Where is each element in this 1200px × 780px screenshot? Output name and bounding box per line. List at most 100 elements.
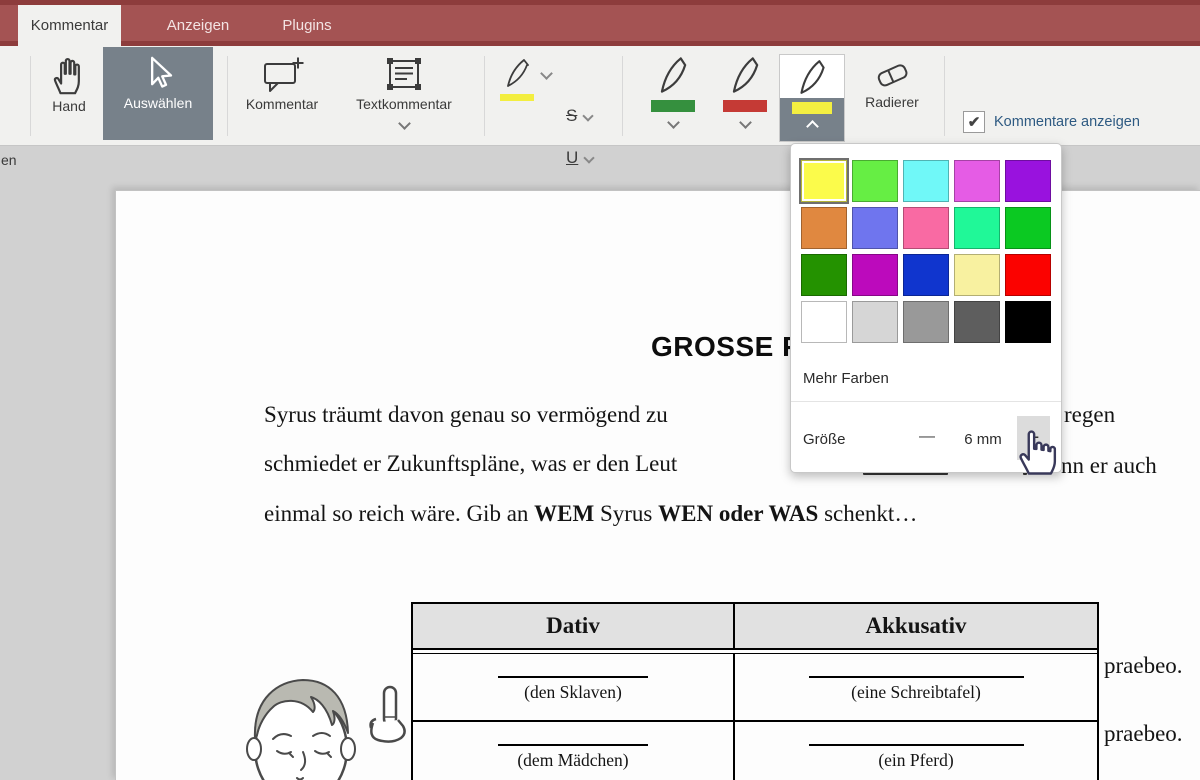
pen-green-chevron-icon[interactable] (667, 116, 680, 129)
color-swatch[interactable] (801, 207, 847, 249)
toolbar-divider (944, 56, 945, 136)
pen-yellow-color-bar (792, 102, 832, 114)
pen-yellow-icon (794, 57, 830, 97)
pen-yellow-active-area (780, 98, 844, 141)
document-text-line1-fragment: regen (1064, 402, 1115, 428)
select-tool-button[interactable]: Auswählen (103, 47, 213, 140)
color-swatch[interactable] (1005, 160, 1051, 202)
checkmark-icon: ✔ (968, 113, 981, 131)
table-header-akkusativ: Akkusativ (735, 604, 1097, 648)
fill-in-blank-line (498, 676, 648, 678)
size-label: Größe (803, 431, 846, 448)
pen-red-color-bar (723, 100, 767, 112)
color-swatch[interactable] (903, 207, 949, 249)
pen-green-color-bar (651, 100, 695, 112)
show-comments-checkbox[interactable]: ✔ (963, 111, 985, 133)
comment-tool-button[interactable]: Kommentar (236, 50, 328, 144)
tab-kommentar[interactable]: Kommentar (18, 5, 121, 46)
select-tool-label: Auswählen (124, 95, 193, 111)
eraser-tool-button[interactable]: Radierer (855, 50, 929, 144)
table-caption: (dem Mädchen) (413, 750, 733, 771)
color-swatch[interactable] (801, 254, 847, 296)
color-swatch[interactable] (852, 301, 898, 343)
line3-bold-wem: WEM (534, 501, 594, 526)
color-swatch[interactable] (903, 254, 949, 296)
document-text-line2-fragment: nn er auch (1061, 453, 1157, 479)
highlighter-pen-icon (502, 56, 534, 90)
size-decrease-button[interactable]: — (919, 428, 935, 446)
highlighter-dropdown-chevron-icon[interactable] (540, 67, 553, 80)
strikethrough-chevron-icon[interactable] (583, 110, 594, 121)
toolbar-divider (484, 56, 485, 136)
pen-red-button[interactable] (712, 50, 778, 144)
tab-anzeigen[interactable]: Anzeigen (148, 5, 248, 46)
hand-tool-button[interactable]: Hand (38, 50, 100, 144)
table-caption: (den Sklaven) (413, 682, 733, 703)
verb-word: praebeo. (1104, 653, 1183, 679)
color-swatch[interactable] (852, 160, 898, 202)
more-colors-link[interactable]: Mehr Farben (803, 370, 889, 387)
line3-normal-text: Syrus (594, 501, 658, 526)
fill-in-blank-line (498, 744, 648, 746)
text-comment-dropdown-chevron-icon[interactable] (398, 117, 411, 130)
color-swatch[interactable] (954, 301, 1000, 343)
color-swatch[interactable] (801, 301, 847, 343)
color-grid (801, 160, 1051, 343)
comment-bubble-plus-icon (259, 56, 305, 94)
ribbon-tab-bar: Kommentar Anzeigen Plugins (0, 0, 1200, 46)
table-header-row: Dativ Akkusativ (413, 604, 1097, 648)
table-caption: (ein Pferd) (735, 750, 1097, 771)
pen-green-button[interactable] (640, 50, 706, 144)
tab-plugins[interactable]: Plugins (262, 5, 352, 46)
clipped-tool-label[interactable]: en (1, 152, 17, 168)
color-swatch[interactable] (954, 207, 1000, 249)
document-text-line2: schmiedet er Zukunftspläne, was er den L… (264, 451, 677, 477)
table-row: (den Sklaven) (eine Schreibtafel) (413, 654, 1097, 720)
show-comments-label[interactable]: Kommentare anzeigen (994, 114, 1140, 130)
color-swatch[interactable] (852, 207, 898, 249)
annotation-toolbar: en Hand Auswählen (0, 46, 1200, 146)
pdf-annotator-window: Kommentar Anzeigen Plugins en Hand Auswä… (0, 0, 1200, 780)
color-swatch[interactable] (903, 160, 949, 202)
color-swatch[interactable] (903, 301, 949, 343)
color-swatch[interactable] (954, 160, 1000, 202)
pen-yellow-icon-area (780, 55, 844, 98)
pen-red-icon (727, 54, 763, 96)
color-swatch[interactable] (1005, 207, 1051, 249)
pen-yellow-button[interactable] (779, 54, 845, 142)
table-header-dativ: Dativ (413, 604, 735, 648)
color-swatch[interactable] (852, 254, 898, 296)
underline-chevron-icon[interactable] (584, 152, 595, 163)
popup-divider (791, 401, 1061, 402)
highlighter-tool-button[interactable] (494, 50, 558, 144)
line3-bold-wen-was: WEN oder WAS (658, 501, 818, 526)
pen-red-chevron-icon[interactable] (739, 116, 752, 129)
fill-in-blank-line (809, 744, 1024, 746)
document-text-line1: Syrus träumt davon genau so vermögend zu (264, 402, 668, 428)
strikethrough-button[interactable]: S (566, 106, 592, 126)
document-title: GROSSE P (651, 331, 801, 363)
cartoon-thinking-man-image (221, 667, 431, 780)
toolbar-divider (227, 56, 228, 136)
color-swatch[interactable] (1005, 301, 1051, 343)
strikethrough-glyph: S (566, 106, 577, 126)
comment-tool-label: Kommentar (246, 96, 318, 112)
color-swatch[interactable] (801, 160, 847, 202)
underline-button[interactable]: U (566, 148, 593, 168)
fill-in-blank-line (809, 676, 1024, 678)
toolbar-divider (622, 56, 623, 136)
cursor-arrow-icon (143, 55, 173, 93)
verb-word: praebeo. (1104, 721, 1183, 747)
color-swatch[interactable] (1005, 254, 1051, 296)
eraser-tool-label: Radierer (865, 94, 919, 110)
color-swatch[interactable] (954, 254, 1000, 296)
line3-normal-text: einmal so reich wäre. Gib an (264, 501, 534, 526)
toolbar-divider (30, 56, 31, 136)
hand-tool-label: Hand (52, 98, 85, 114)
text-comment-tool-label: Textkommentar (356, 96, 452, 112)
size-value: 6 mm (951, 431, 1015, 448)
pen-yellow-chevron-up-icon[interactable] (806, 120, 819, 133)
text-box-icon (383, 54, 425, 94)
pen-green-icon (655, 54, 691, 96)
text-comment-tool-button[interactable]: Textkommentar (338, 50, 470, 144)
